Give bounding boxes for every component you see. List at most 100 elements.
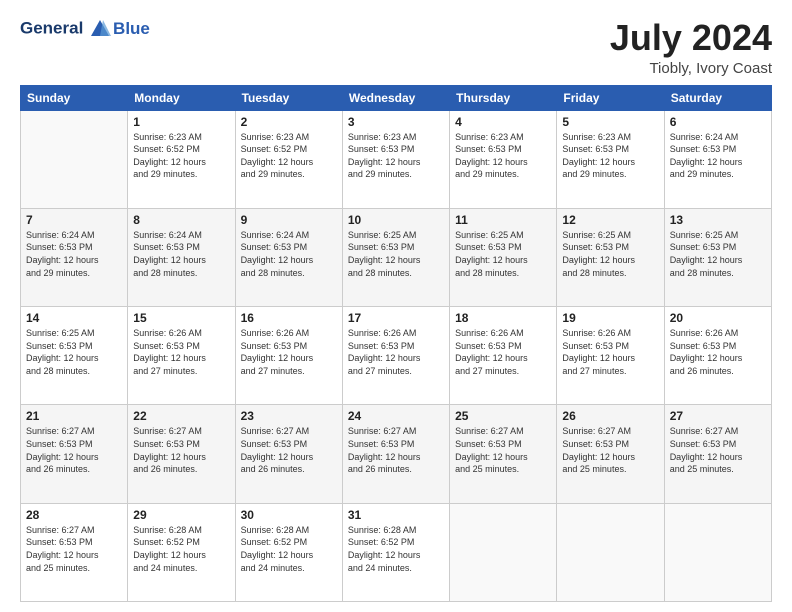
logo-icon: [89, 18, 111, 40]
calendar-table: SundayMondayTuesdayWednesdayThursdayFrid…: [20, 85, 772, 602]
day-number: 21: [26, 409, 122, 423]
day-number: 27: [670, 409, 766, 423]
day-number: 4: [455, 115, 551, 129]
calendar-week-row: 14 Sunrise: 6:25 AM Sunset: 6:53 PM Dayli…: [21, 307, 772, 405]
day-number: 25: [455, 409, 551, 423]
day-number: 18: [455, 311, 551, 325]
day-number: 2: [241, 115, 337, 129]
calendar-cell: 20 Sunrise: 6:26 AM Sunset: 6:53 PM Dayli…: [664, 307, 771, 405]
day-number: 8: [133, 213, 229, 227]
day-info: Sunrise: 6:27 AM Sunset: 6:53 PM Dayligh…: [133, 425, 229, 475]
calendar-cell: 23Sunrise: 6:27 AM Sunset: 6:53 PM Dayli…: [235, 405, 342, 503]
calendar-cell: 30 Sunrise: 6:28 AM Sunset: 6:52 PM Dayli…: [235, 503, 342, 601]
calendar-cell: [21, 110, 128, 208]
day-number: 19: [562, 311, 658, 325]
logo-blue: Blue: [113, 19, 150, 39]
calendar-header-thursday: Thursday: [450, 85, 557, 110]
day-number: 5: [562, 115, 658, 129]
day-info: Sunrise: 6:23 AM Sunset: 6:53 PM Dayligh…: [562, 131, 658, 181]
day-info: Sunrise: 6:24 AM Sunset: 6:53 PM Dayligh…: [26, 229, 122, 279]
day-info: Sunrise: 6:25 AM Sunset: 6:53 PM Dayligh…: [348, 229, 444, 279]
day-number: 20: [670, 311, 766, 325]
calendar-cell: 2 Sunrise: 6:23 AM Sunset: 6:52 PM Daylig…: [235, 110, 342, 208]
calendar-header-tuesday: Tuesday: [235, 85, 342, 110]
day-number: 22: [133, 409, 229, 423]
month-year: July 2024: [610, 18, 772, 58]
calendar-cell: 5 Sunrise: 6:23 AM Sunset: 6:53 PM Daylig…: [557, 110, 664, 208]
day-number: 15: [133, 311, 229, 325]
day-number: 14: [26, 311, 122, 325]
day-number: 23: [241, 409, 337, 423]
calendar-cell: 31Sunrise: 6:28 AM Sunset: 6:52 PM Dayli…: [342, 503, 449, 601]
calendar-cell: 10Sunrise: 6:25 AM Sunset: 6:53 PM Dayli…: [342, 208, 449, 306]
day-number: 16: [241, 311, 337, 325]
calendar-cell: 22 Sunrise: 6:27 AM Sunset: 6:53 PM Dayli…: [128, 405, 235, 503]
calendar-cell: 25Sunrise: 6:27 AM Sunset: 6:53 PM Dayli…: [450, 405, 557, 503]
day-info: Sunrise: 6:27 AM Sunset: 6:53 PM Dayligh…: [26, 425, 122, 475]
calendar-header-saturday: Saturday: [664, 85, 771, 110]
day-info: Sunrise: 6:23 AM Sunset: 6:52 PM Dayligh…: [133, 131, 229, 181]
calendar-cell: 17 Sunrise: 6:26 AM Sunset: 6:53 PM Dayli…: [342, 307, 449, 405]
calendar-cell: 3 Sunrise: 6:23 AM Sunset: 6:53 PM Daylig…: [342, 110, 449, 208]
day-info: Sunrise: 6:26 AM Sunset: 6:53 PM Dayligh…: [133, 327, 229, 377]
calendar-cell: 1Sunrise: 6:23 AM Sunset: 6:52 PM Daylig…: [128, 110, 235, 208]
day-info: Sunrise: 6:26 AM Sunset: 6:53 PM Dayligh…: [348, 327, 444, 377]
day-number: 17: [348, 311, 444, 325]
calendar-cell: 19 Sunrise: 6:26 AM Sunset: 6:53 PM Dayli…: [557, 307, 664, 405]
calendar-cell: 16 Sunrise: 6:26 AM Sunset: 6:53 PM Dayli…: [235, 307, 342, 405]
day-info: Sunrise: 6:27 AM Sunset: 6:53 PM Dayligh…: [348, 425, 444, 475]
calendar-cell: 11Sunrise: 6:25 AM Sunset: 6:53 PM Dayli…: [450, 208, 557, 306]
day-info: Sunrise: 6:24 AM Sunset: 6:53 PM Dayligh…: [241, 229, 337, 279]
day-info: Sunrise: 6:25 AM Sunset: 6:53 PM Dayligh…: [26, 327, 122, 377]
calendar-cell: 9Sunrise: 6:24 AM Sunset: 6:53 PM Daylig…: [235, 208, 342, 306]
day-info: Sunrise: 6:26 AM Sunset: 6:53 PM Dayligh…: [670, 327, 766, 377]
day-number: 26: [562, 409, 658, 423]
calendar-cell: 14 Sunrise: 6:25 AM Sunset: 6:53 PM Dayli…: [21, 307, 128, 405]
calendar-cell: 7 Sunrise: 6:24 AM Sunset: 6:53 PM Daylig…: [21, 208, 128, 306]
calendar-cell: 8Sunrise: 6:24 AM Sunset: 6:53 PM Daylig…: [128, 208, 235, 306]
calendar-cell: 26 Sunrise: 6:27 AM Sunset: 6:53 PM Dayli…: [557, 405, 664, 503]
day-info: Sunrise: 6:26 AM Sunset: 6:53 PM Dayligh…: [562, 327, 658, 377]
day-info: Sunrise: 6:26 AM Sunset: 6:53 PM Dayligh…: [241, 327, 337, 377]
day-number: 3: [348, 115, 444, 129]
day-number: 24: [348, 409, 444, 423]
day-info: Sunrise: 6:26 AM Sunset: 6:53 PM Dayligh…: [455, 327, 551, 377]
calendar-cell: 12Sunrise: 6:25 AM Sunset: 6:53 PM Dayli…: [557, 208, 664, 306]
day-info: Sunrise: 6:27 AM Sunset: 6:53 PM Dayligh…: [26, 524, 122, 574]
day-info: Sunrise: 6:28 AM Sunset: 6:52 PM Dayligh…: [348, 524, 444, 574]
calendar-header-monday: Monday: [128, 85, 235, 110]
calendar-cell: 24 Sunrise: 6:27 AM Sunset: 6:53 PM Dayli…: [342, 405, 449, 503]
day-info: Sunrise: 6:23 AM Sunset: 6:52 PM Dayligh…: [241, 131, 337, 181]
calendar-cell: [450, 503, 557, 601]
calendar-cell: 29Sunrise: 6:28 AM Sunset: 6:52 PM Dayli…: [128, 503, 235, 601]
day-info: Sunrise: 6:27 AM Sunset: 6:53 PM Dayligh…: [562, 425, 658, 475]
day-info: Sunrise: 6:23 AM Sunset: 6:53 PM Dayligh…: [455, 131, 551, 181]
calendar-cell: 13Sunrise: 6:25 AM Sunset: 6:53 PM Dayli…: [664, 208, 771, 306]
calendar-week-row: 7 Sunrise: 6:24 AM Sunset: 6:53 PM Daylig…: [21, 208, 772, 306]
calendar-cell: 18 Sunrise: 6:26 AM Sunset: 6:53 PM Dayli…: [450, 307, 557, 405]
day-info: Sunrise: 6:27 AM Sunset: 6:53 PM Dayligh…: [670, 425, 766, 475]
title-section: July 2024 Tiobly, Ivory Coast: [610, 18, 772, 77]
calendar-header-row: SundayMondayTuesdayWednesdayThursdayFrid…: [21, 85, 772, 110]
day-number: 30: [241, 508, 337, 522]
calendar-cell: 6Sunrise: 6:24 AM Sunset: 6:53 PM Daylig…: [664, 110, 771, 208]
day-info: Sunrise: 6:23 AM Sunset: 6:53 PM Dayligh…: [348, 131, 444, 181]
calendar-cell: 28Sunrise: 6:27 AM Sunset: 6:53 PM Dayli…: [21, 503, 128, 601]
day-number: 13: [670, 213, 766, 227]
calendar-header-wednesday: Wednesday: [342, 85, 449, 110]
day-number: 6: [670, 115, 766, 129]
location: Tiobly, Ivory Coast: [610, 60, 772, 77]
calendar-week-row: 1Sunrise: 6:23 AM Sunset: 6:52 PM Daylig…: [21, 110, 772, 208]
header: General Blue July 2024 Tiobly, Ivory Coa…: [20, 18, 772, 77]
day-number: 29: [133, 508, 229, 522]
logo-general: General: [20, 18, 83, 37]
calendar-cell: 21 Sunrise: 6:27 AM Sunset: 6:53 PM Dayli…: [21, 405, 128, 503]
day-info: Sunrise: 6:25 AM Sunset: 6:53 PM Dayligh…: [562, 229, 658, 279]
day-number: 7: [26, 213, 122, 227]
day-number: 11: [455, 213, 551, 227]
calendar-cell: 4 Sunrise: 6:23 AM Sunset: 6:53 PM Daylig…: [450, 110, 557, 208]
calendar-week-row: 21 Sunrise: 6:27 AM Sunset: 6:53 PM Dayli…: [21, 405, 772, 503]
calendar-cell: [557, 503, 664, 601]
page: General Blue July 2024 Tiobly, Ivory Coa…: [0, 0, 792, 612]
day-info: Sunrise: 6:28 AM Sunset: 6:52 PM Dayligh…: [241, 524, 337, 574]
